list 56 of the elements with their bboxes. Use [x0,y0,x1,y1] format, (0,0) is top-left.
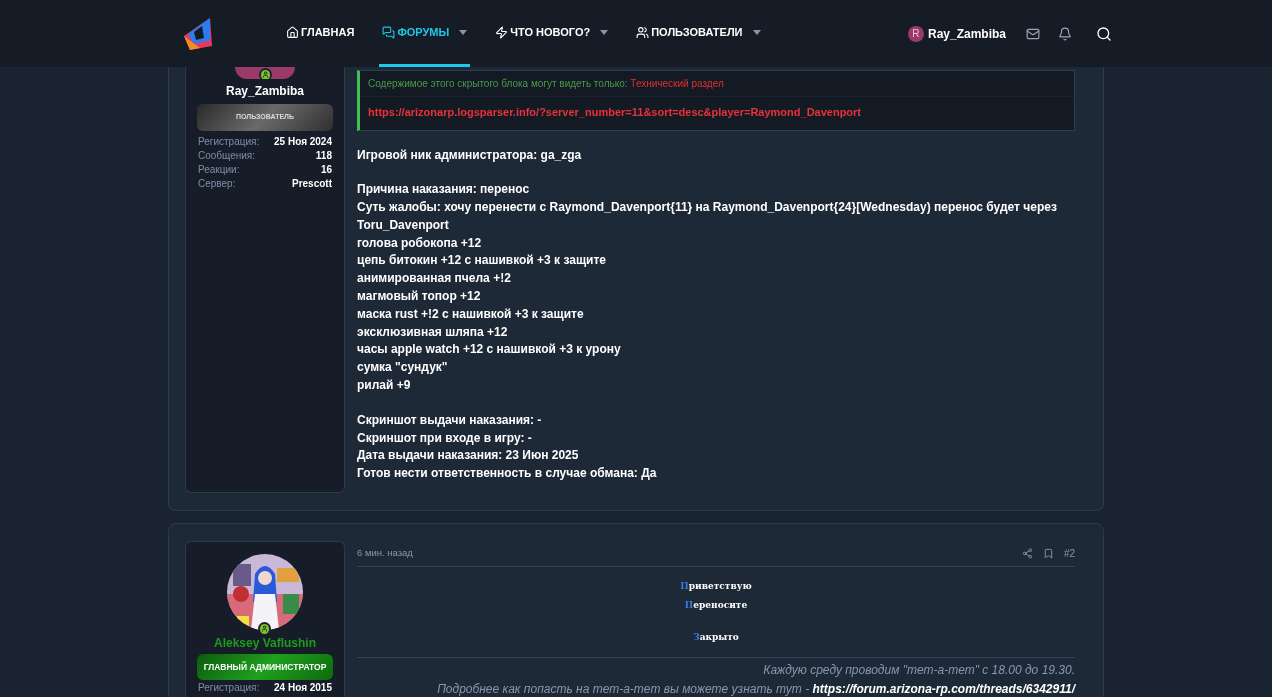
bell-icon[interactable] [1058,26,1072,41]
signature-link[interactable]: https://forum.arizona-rp.com/threads/6342911/ [812,681,1075,696]
post-text-line: Причина наказания: перенос [357,181,531,199]
greeting-text: Переносите [684,598,748,612]
link[interactable]: https://arizonarp.logsparser.info/?server_number=11&sort=desc&player=Raymond_Davenport [360,97,1074,130]
post-text-line: рилай +9 [357,377,412,395]
username: Aleksey Vaflushin [213,635,316,652]
mail-icon[interactable] [1026,26,1040,41]
caret-icon [752,29,761,35]
post-text-line: цепь битокин +12 с нашивкой +3 к защите [357,252,607,270]
stat-value: 24 Ноя 2015 [274,681,332,694]
hidden-block-notice: Содержимое этого скрытого блока могут видеть только: Технический раздел [360,71,1074,97]
stat-label: Регистрация: [198,681,260,694]
caret-icon [600,29,609,35]
post-text-line: эксклюзивная шляпа +12 [357,323,509,341]
nav-tab[interactable]: ЧТО НОВОГО? [492,0,612,67]
stat-value: Prescott [292,177,332,190]
post-text-line: часы apple watch +12 с нашивкой +3 к урону [357,341,622,359]
post-text-line: маска rust +!2 с нашивкой +3 к защите [357,305,585,323]
stat-label: Сервер: [198,177,236,190]
search-icon[interactable] [1096,25,1112,42]
stat-value: 25 Ноя 2024 [274,135,332,148]
share-icon[interactable] [1021,548,1033,559]
bolt-icon [495,25,509,39]
stat-label: Регистрация: [198,135,260,148]
signature-text: Подробнее как попасть на тет-а-тет вы можете узнать тут - https://forum.arizona-rp.com/threads/6342911/ [437,680,1075,697]
stat-value: 118 [315,149,332,162]
greeting-text: Приветствую [680,580,752,593]
post-text-line: магмовый топор +12 [357,288,482,306]
post-text-line: Игровой ник администратора: ga_zga [357,146,583,164]
nav-tab[interactable]: ПОЛЬЗОВАТЕЛИ [633,0,764,67]
stat-label: Реакции: [198,163,240,176]
post-text-line: Дата выдачи наказания: 23 Июн 2025 [357,447,580,465]
role-banner: ГЛАВНЫЙ АДМИНИСТРАТОР [197,654,333,680]
caret-icon [459,29,468,35]
users-icon [636,25,650,39]
nav-tab[interactable]: ГЛАВНАЯ [283,0,358,67]
stat-label: Сообщения: [198,149,256,162]
user-menu[interactable]: R Ray_Zambiba [907,24,1006,43]
post-text-line: Готов нести ответственность в случае обмана: Да [357,465,658,483]
post-number[interactable]: #2 [1063,546,1075,561]
post-text-line: голова робокопа +12 [357,234,483,252]
greeting-text: Закрыто [693,631,739,644]
post-time: 6 мин. назад [357,546,413,561]
chat-icon [382,25,396,39]
user-avatar: R [907,25,924,42]
bookmark-icon[interactable] [1042,548,1054,559]
post-text-line: сумка "сундук" [357,359,449,377]
home-icon [286,25,299,39]
signature-text: Каждую среду проводим "тет-а-тет" с 18.00 до 19.30. [763,661,1075,679]
avatar [235,67,295,79]
username: Ray_Zambiba [226,83,304,100]
post-text-line: анимированная пчела +!2 [357,270,512,288]
stat-value: 16 [320,163,332,176]
post-text-line: Скриншот выдачи наказания: - [357,411,543,429]
post-text-line: Скриншот при входе в игру: - [357,429,533,447]
